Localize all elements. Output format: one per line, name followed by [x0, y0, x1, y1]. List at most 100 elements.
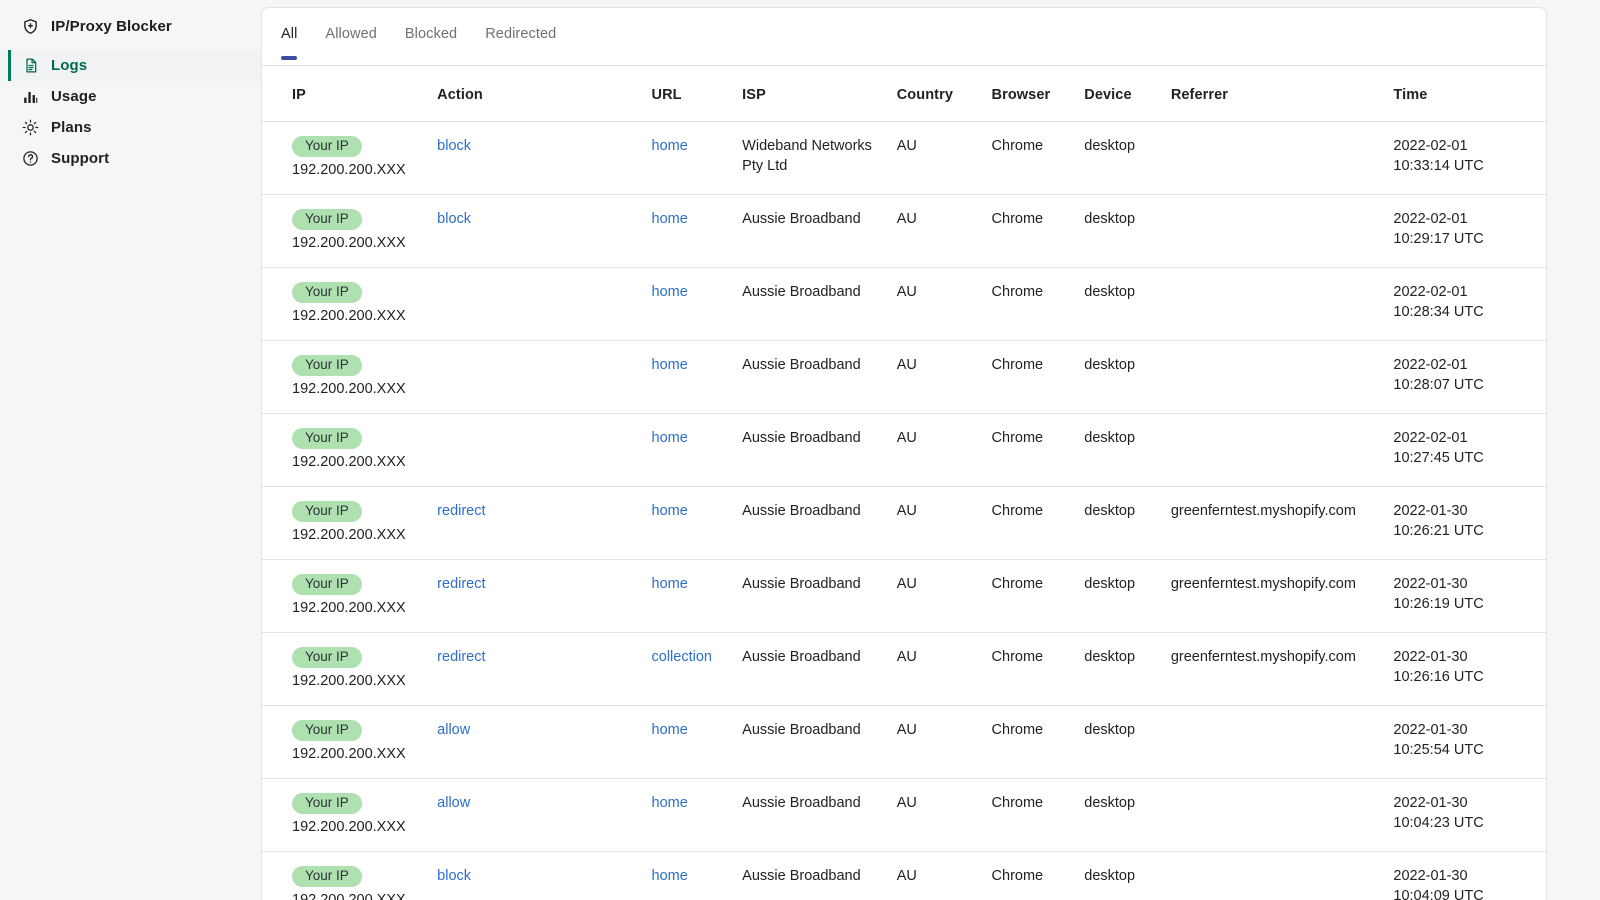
action-link[interactable]: redirect: [437, 576, 485, 592]
your-ip-badge: Your IP: [292, 136, 362, 157]
cell-ip: Your IP 192.200.200.XXX: [262, 194, 438, 268]
ip-value: 192.200.200.XXX: [292, 381, 406, 397]
cell-browser-text: Chrome: [991, 576, 1044, 592]
tab-blocked[interactable]: Blocked: [391, 8, 471, 66]
url-link[interactable]: home: [652, 576, 688, 592]
ip-value: 192.200.200.XXX: [292, 527, 406, 543]
url-link[interactable]: collection: [652, 649, 712, 665]
cell-time: 2022-02-01 10:29:17 UTC: [1393, 194, 1546, 268]
cell-action: block: [437, 121, 652, 195]
cell-country: AU: [896, 194, 992, 268]
time-date: 2022-01-30: [1393, 576, 1468, 592]
cell-browser-text: Chrome: [991, 284, 1044, 300]
url-link[interactable]: home: [652, 722, 688, 738]
cell-isp-text: Aussie Broadband: [742, 795, 861, 811]
cell-url: collection: [651, 632, 743, 706]
cell-url: home: [651, 267, 743, 341]
ip-value: 192.200.200.XXX: [292, 673, 406, 689]
table-row: Your IP 192.200.200.XXX home Aussie Broadba…: [262, 267, 1546, 341]
ip-value: 192.200.200.XXX: [292, 162, 406, 178]
cell-browser: Chrome: [991, 559, 1085, 633]
cell-browser: Chrome: [991, 267, 1085, 341]
your-ip-badge: Your IP: [292, 282, 362, 303]
cell-isp: Aussie Broadband: [742, 851, 897, 900]
cell-url: home: [651, 778, 743, 852]
action-link[interactable]: allow: [437, 722, 470, 738]
sidebar-item-plans[interactable]: Plans: [0, 112, 261, 143]
cell-isp-text: Aussie Broadband: [742, 868, 861, 884]
url-link[interactable]: home: [652, 138, 688, 154]
table-row: Your IP 192.200.200.XXX redirect home Aussie…: [262, 559, 1546, 633]
your-ip-badge: Your IP: [292, 793, 362, 814]
time-clock: 10:26:19 UTC: [1393, 596, 1484, 612]
column-header-referrer: Referrer: [1170, 66, 1394, 122]
time-clock: 10:04:09 UTC: [1393, 888, 1484, 900]
cell-time: 2022-02-01 10:27:45 UTC: [1393, 413, 1546, 487]
cell-isp: Aussie Broadband: [742, 340, 897, 414]
cell-ip: Your IP 192.200.200.XXX: [262, 340, 438, 414]
cell-device: desktop: [1084, 705, 1171, 779]
cell-referrer: greenferntest.myshopify.com: [1170, 632, 1394, 706]
logs-table: IP Action URL ISP Country Browser Device…: [262, 66, 1546, 900]
cell-time: 2022-01-30 10:25:54 UTC: [1393, 705, 1546, 779]
sidebar-item-label-usage: Usage: [51, 88, 97, 105]
table-row: Your IP 192.200.200.XXX allow home Aussie Br…: [262, 778, 1546, 852]
url-link[interactable]: home: [652, 503, 688, 519]
page-scrollbar[interactable]: [1586, 0, 1600, 900]
cell-device: desktop: [1084, 486, 1171, 560]
cell-referrer-text: greenferntest.myshopify.com: [1170, 576, 1356, 592]
sidebar-item-support[interactable]: Support: [0, 143, 261, 174]
cell-ip: Your IP 192.200.200.XXX: [262, 413, 438, 487]
cell-ip: Your IP 192.200.200.XXX: [262, 632, 438, 706]
time-date: 2022-02-01: [1393, 211, 1468, 227]
column-header-country: Country: [896, 66, 992, 122]
url-link[interactable]: home: [652, 795, 688, 811]
cell-ip: Your IP 192.200.200.XXX: [262, 121, 438, 195]
cell-url: home: [651, 194, 743, 268]
action-link[interactable]: block: [437, 868, 471, 884]
your-ip-badge: Your IP: [292, 647, 362, 668]
url-link[interactable]: home: [652, 284, 688, 300]
url-link[interactable]: home: [652, 357, 688, 373]
cell-country: AU: [896, 705, 992, 779]
logs-card: All Allowed Blocked Redirected IP Action…: [261, 7, 1547, 900]
cell-browser: Chrome: [991, 121, 1085, 195]
url-link[interactable]: home: [652, 211, 688, 227]
tab-redirected[interactable]: Redirected: [471, 8, 570, 66]
logs-table-body: Your IP 192.200.200.XXX block home Wideband …: [262, 121, 1546, 900]
cell-time: 2022-02-01 10:33:14 UTC: [1393, 121, 1546, 195]
cell-isp-text: Wideband Networks Pty Ltd: [742, 138, 872, 174]
cell-isp: Aussie Broadband: [742, 705, 897, 779]
action-link[interactable]: block: [437, 138, 471, 154]
cell-browser-text: Chrome: [991, 868, 1044, 884]
column-header-device: Device: [1084, 66, 1171, 122]
cell-action: redirect: [437, 632, 652, 706]
cell-isp: Aussie Broadband: [742, 486, 897, 560]
sidebar-app-title: IP/Proxy Blocker: [0, 11, 261, 42]
time-clock: 10:25:54 UTC: [1393, 742, 1484, 758]
cell-browser: Chrome: [991, 632, 1085, 706]
action-link[interactable]: allow: [437, 795, 470, 811]
cell-browser: Chrome: [991, 851, 1085, 900]
action-link[interactable]: redirect: [437, 649, 485, 665]
cell-time: 2022-01-30 10:26:21 UTC: [1393, 486, 1546, 560]
cell-device-text: desktop: [1084, 138, 1136, 154]
time-date: 2022-01-30: [1393, 722, 1468, 738]
main-content: All Allowed Blocked Redirected IP Action…: [261, 0, 1600, 900]
sidebar-item-label-plans: Plans: [51, 119, 92, 136]
logs-table-wrap: IP Action URL ISP Country Browser Device…: [262, 66, 1546, 900]
action-link[interactable]: block: [437, 211, 471, 227]
table-row: Your IP 192.200.200.XXX home Aussie Broadba…: [262, 413, 1546, 487]
url-link[interactable]: home: [652, 868, 688, 884]
cell-action: block: [437, 194, 652, 268]
your-ip-badge: Your IP: [292, 355, 362, 376]
sidebar-item-logs[interactable]: Logs: [0, 50, 261, 81]
sidebar-item-usage[interactable]: Usage: [0, 81, 261, 112]
cell-isp-text: Aussie Broadband: [742, 284, 861, 300]
time-date: 2022-02-01: [1393, 357, 1468, 373]
tab-allowed[interactable]: Allowed: [311, 8, 390, 66]
action-link[interactable]: redirect: [437, 503, 485, 519]
tab-all[interactable]: All: [267, 8, 311, 66]
url-link[interactable]: home: [652, 430, 688, 446]
time-clock: 10:26:16 UTC: [1393, 669, 1484, 685]
